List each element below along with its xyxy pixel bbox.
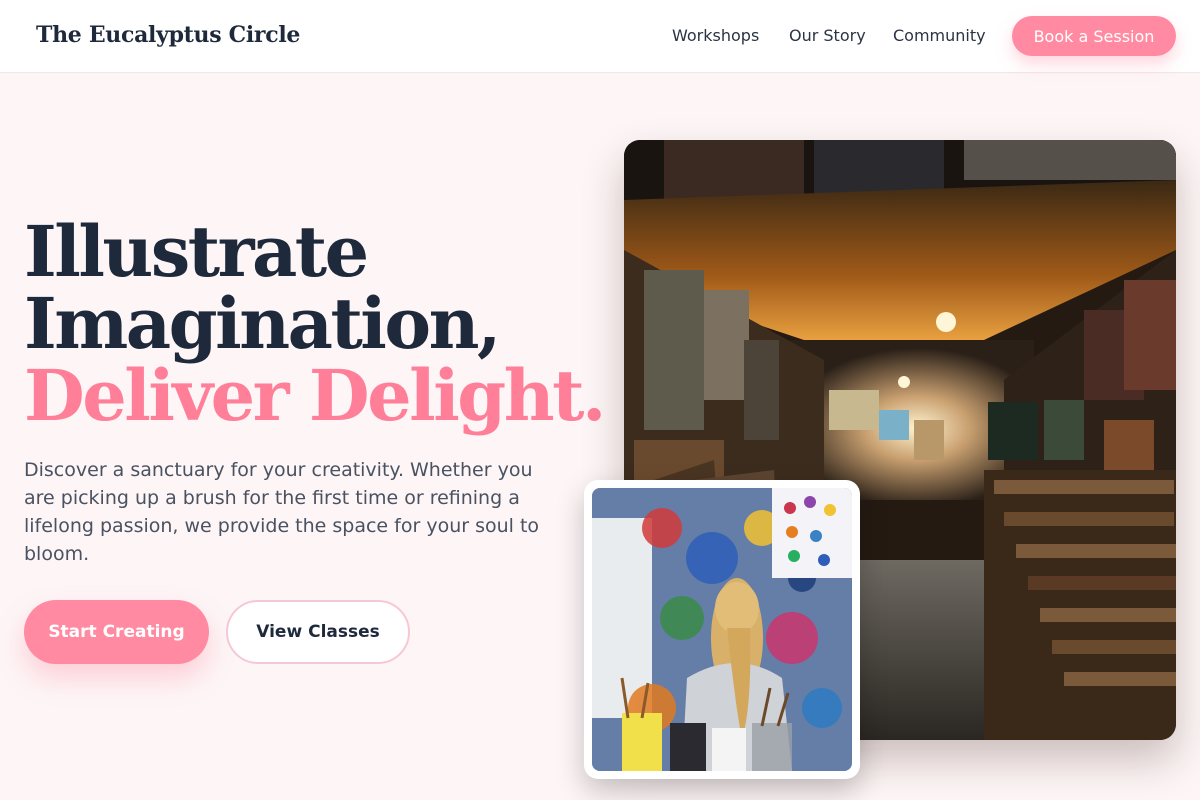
book-session-button[interactable]: Book a Session	[1012, 16, 1176, 56]
headline-line-1: Illustrate	[24, 210, 369, 293]
brand-logo[interactable]: The Eucalyptus Circle	[36, 22, 300, 48]
hero-description: Discover a sanctuary for your creativity…	[24, 459, 540, 565]
headline-line-2: Imagination,	[24, 282, 501, 365]
headline-line-3: Deliver Delight.	[24, 354, 606, 437]
hero-headline: Illustrate Imagination, Deliver Delight.	[24, 210, 606, 437]
nav-link-our-story[interactable]: Our Story	[789, 26, 866, 45]
nav-link-community[interactable]: Community	[893, 26, 986, 45]
child-painting-image	[584, 480, 860, 779]
view-classes-button[interactable]: View Classes	[226, 600, 410, 664]
site-header: The Eucalyptus Circle Workshops Our Stor…	[0, 0, 1200, 73]
start-creating-button[interactable]: Start Creating	[24, 600, 209, 664]
nav-link-workshops[interactable]: Workshops	[672, 26, 759, 45]
